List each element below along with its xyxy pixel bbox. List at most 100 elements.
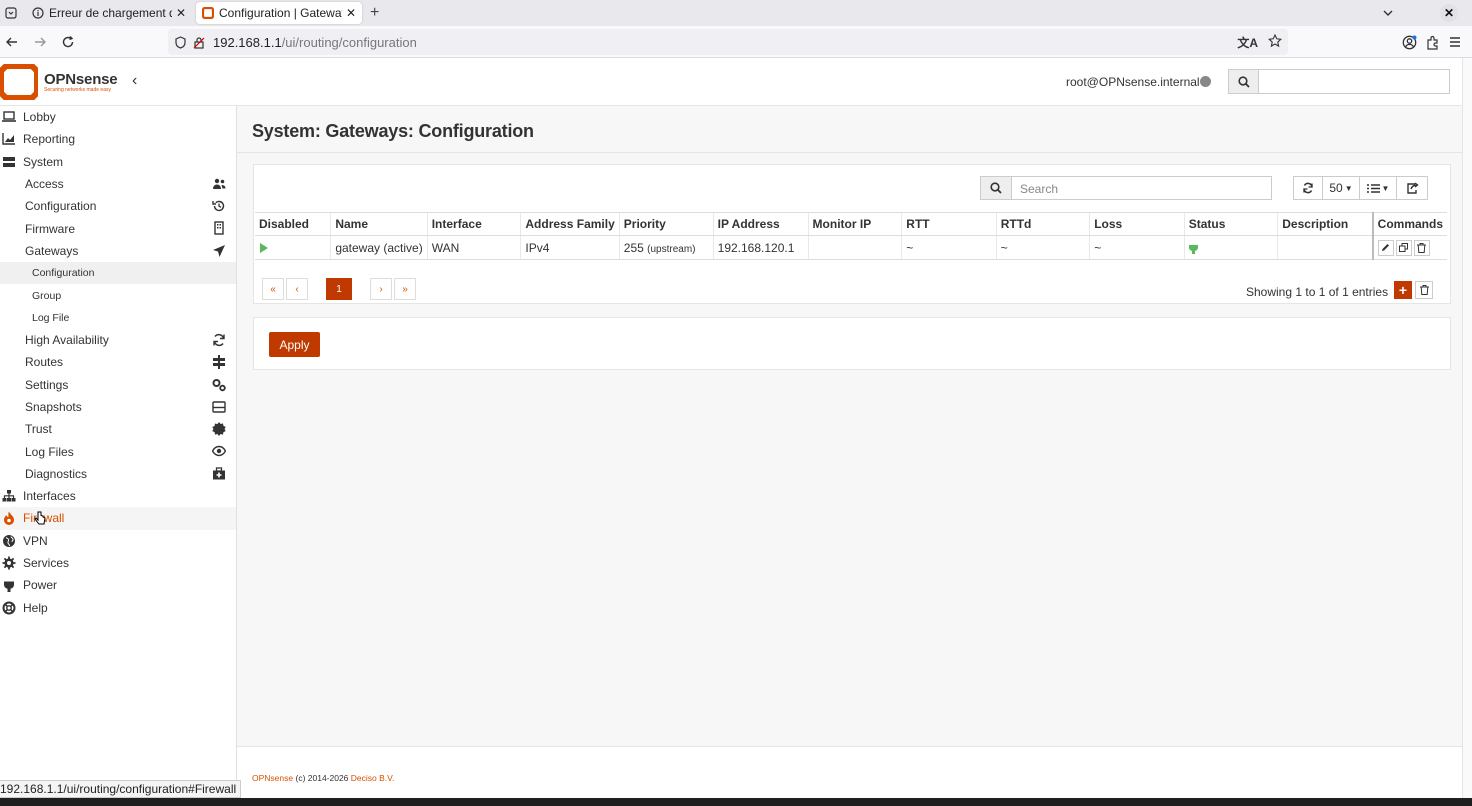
reload-icon[interactable] — [54, 28, 82, 56]
add-gateway-button[interactable]: + — [1394, 281, 1412, 299]
new-tab-icon[interactable]: + — [370, 4, 379, 22]
last-page-button[interactable]: » — [394, 278, 416, 300]
sidebar-item-help[interactable]: Help — [0, 597, 236, 619]
user-label[interactable]: root@OPNsense.internal — [1066, 75, 1200, 89]
column-header[interactable]: Loss — [1089, 212, 1185, 236]
play-icon[interactable] — [259, 242, 269, 253]
description-cell — [1277, 235, 1373, 260]
tab-list-icon[interactable] — [0, 0, 22, 26]
page-1-button[interactable]: 1 — [326, 278, 352, 300]
export-button[interactable] — [1396, 176, 1428, 200]
column-header[interactable]: Description — [1277, 212, 1373, 236]
sidebar-item-vpn[interactable]: VPN — [0, 530, 236, 552]
delete-button[interactable] — [1413, 239, 1430, 256]
column-header[interactable]: IP Address — [712, 212, 809, 236]
column-header[interactable]: RTT — [901, 212, 997, 236]
page-size-dropdown[interactable]: 50 ▼ — [1322, 176, 1360, 200]
sidebar-item-trust[interactable]: Trust — [0, 418, 236, 440]
close-tab-icon[interactable]: ✕ — [346, 6, 356, 20]
back-icon[interactable] — [0, 28, 26, 56]
clone-button[interactable] — [1395, 239, 1412, 256]
lock-icon[interactable] — [193, 36, 205, 49]
entries-info: Showing 1 to 1 of 1 entries — [1246, 285, 1389, 299]
column-header[interactable]: Status — [1183, 212, 1278, 236]
grid-search[interactable]: Search — [980, 176, 1272, 200]
footer-company-link[interactable]: Deciso B.V. — [351, 773, 395, 783]
translate-icon[interactable]: 文A — [1237, 34, 1258, 51]
column-header[interactable]: Disabled — [255, 212, 331, 236]
url-bar[interactable]: 192.168.1.1/ui/routing/configuration 文A — [168, 29, 1288, 55]
chevron-down-icon[interactable] — [1382, 7, 1394, 19]
column-header[interactable]: Interface — [426, 212, 521, 236]
menu-icon[interactable] — [1448, 35, 1462, 49]
grid-search-input[interactable]: Search — [1012, 177, 1271, 199]
sidebar-item-gateways[interactable]: Gateways — [0, 240, 236, 262]
column-header[interactable]: Monitor IP — [807, 212, 902, 236]
header-search[interactable] — [1228, 69, 1450, 94]
sidebar-item-lobby[interactable]: Lobby — [0, 106, 236, 128]
apply-button[interactable]: Apply — [269, 332, 320, 357]
sidebar-item-label: Firmware — [25, 221, 75, 236]
forward-icon[interactable] — [26, 28, 54, 56]
column-header[interactable]: Priority — [618, 212, 714, 236]
extensions-icon[interactable] — [1425, 35, 1440, 50]
collapse-sidebar-icon[interactable]: ‹ — [132, 72, 137, 90]
monitor-ip-cell — [807, 235, 902, 260]
system-status-indicator[interactable] — [1200, 76, 1211, 87]
caret-down-icon: ▼ — [1381, 183, 1390, 193]
share-icon — [1406, 182, 1419, 194]
loss-cell: ~ — [1089, 235, 1185, 260]
sidebar-item-routes[interactable]: Routes — [0, 351, 236, 373]
refresh-button[interactable] — [1293, 176, 1323, 200]
browser-tab-error[interactable]: Erreur de chargement de la page ✕ — [26, 2, 192, 24]
browser-tab-configuration[interactable]: Configuration | Gateways | System | OPNs… — [196, 2, 362, 24]
footer-brand-link[interactable]: OPNsense — [252, 773, 293, 783]
sidebar-item-reporting[interactable]: Reporting — [0, 128, 236, 150]
delete-selected-button[interactable] — [1415, 281, 1433, 299]
first-page-button[interactable]: « — [262, 278, 284, 300]
gateways-table: Disabled Name Interface Address Family P… — [255, 212, 1447, 260]
account-icon[interactable] — [1402, 35, 1417, 50]
column-header[interactable]: Name — [330, 212, 428, 236]
sidebar-item-interfaces[interactable]: Interfaces — [0, 485, 236, 507]
sidebar-item-access[interactable]: Access — [0, 173, 236, 195]
close-tab-icon[interactable]: ✕ — [176, 6, 186, 20]
opnsense-logo[interactable]: OPNsense Securing networks made easy — [0, 64, 118, 100]
edit-button[interactable] — [1377, 239, 1394, 256]
fire-icon — [2, 511, 16, 526]
prev-page-button[interactable]: ‹ — [286, 278, 308, 300]
server-icon — [2, 155, 16, 169]
url-host: 192.168.1.1 — [213, 34, 282, 50]
column-header[interactable]: Address Family — [520, 212, 620, 236]
cog-icon — [2, 556, 16, 570]
window-close-button[interactable]: ✕ — [1440, 4, 1458, 22]
sidebar-item-log-files[interactable]: Log Files — [0, 440, 236, 462]
bookmark-star-icon[interactable] — [1268, 34, 1282, 48]
footer-copyright: (c) 2014-2026 — [295, 773, 349, 783]
sidebar-item-settings[interactable]: Settings — [0, 374, 236, 396]
users-icon — [212, 177, 226, 191]
columns-dropdown[interactable]: ▼ — [1359, 176, 1397, 200]
search-icon[interactable] — [1229, 70, 1259, 93]
sidebar-item-high-availability[interactable]: High Availability — [0, 329, 236, 351]
sidebar-item-power[interactable]: Power — [0, 574, 236, 596]
laptop-icon — [2, 110, 16, 124]
search-icon[interactable] — [981, 177, 1012, 199]
sidebar-item-configuration[interactable]: Configuration — [0, 262, 236, 285]
column-header[interactable]: RTTd — [995, 212, 1090, 236]
chart-icon — [2, 132, 16, 146]
next-page-button[interactable]: › — [370, 278, 392, 300]
table-row[interactable]: gateway (active) WAN IPv4 255 (upstream)… — [255, 235, 1447, 260]
sidebar-item-log-file[interactable]: Log File — [0, 307, 236, 329]
sidebar-item-snapshots[interactable]: Snapshots — [0, 396, 236, 418]
sidebar-item-configuration[interactable]: Configuration — [0, 195, 236, 217]
shield-icon[interactable] — [174, 35, 187, 49]
disabled-cell[interactable] — [255, 235, 331, 260]
sidebar-item-firmware[interactable]: Firmware — [0, 217, 236, 239]
sidebar-item-diagnostics[interactable]: Diagnostics — [0, 463, 236, 485]
sidebar-item-services[interactable]: Services — [0, 552, 236, 574]
sidebar-item-group[interactable]: Group — [0, 284, 236, 306]
sidebar-item-system[interactable]: System — [0, 151, 236, 173]
plug-icon — [1188, 241, 1198, 254]
medkit-icon — [212, 467, 226, 481]
